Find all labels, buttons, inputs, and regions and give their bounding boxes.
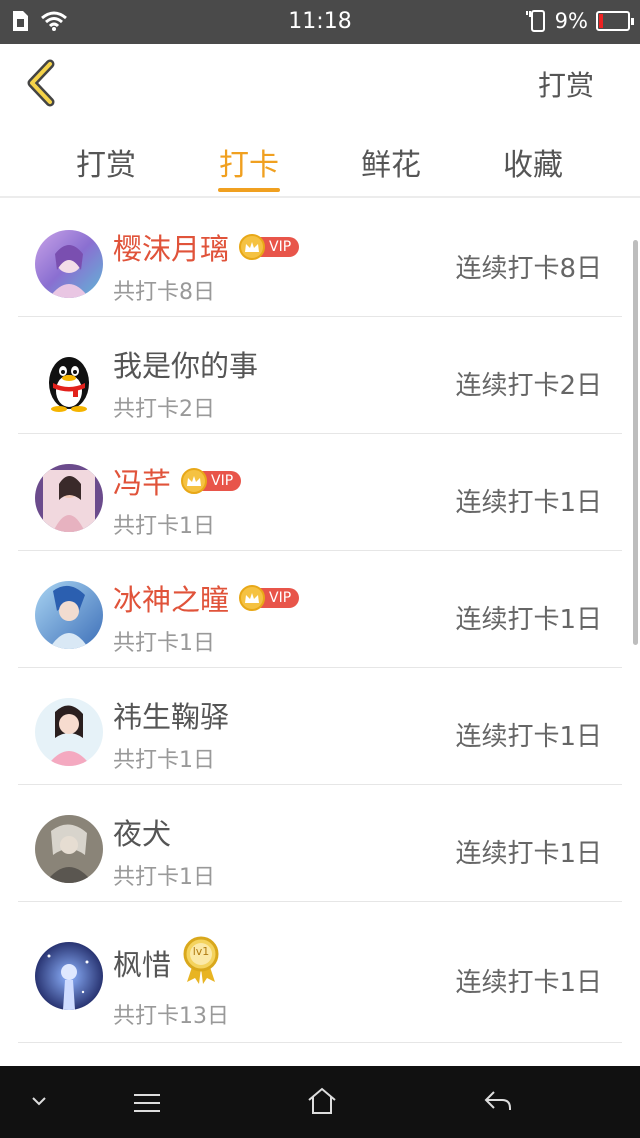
- collapse-button[interactable]: [30, 1092, 48, 1111]
- user-name[interactable]: 冯芊: [113, 460, 171, 502]
- back-button[interactable]: [24, 58, 64, 108]
- vip-badge: VIP: [239, 234, 300, 260]
- crown-icon: [239, 585, 266, 611]
- list-item[interactable]: 夜犬 共打卡1日 连续打卡1日: [18, 785, 622, 902]
- level-medal-icon: lv1: [181, 936, 221, 984]
- user-name[interactable]: 冰神之瞳: [113, 577, 229, 619]
- active-tab-indicator: [218, 188, 280, 192]
- level-label: lv1: [192, 945, 210, 958]
- tab-bar: 打赏 打卡 鲜花 收藏: [0, 122, 640, 198]
- avatar[interactable]: [35, 464, 103, 532]
- user-name[interactable]: 枫惜: [113, 942, 171, 984]
- avatar[interactable]: [35, 815, 103, 883]
- avatar[interactable]: [35, 942, 103, 1010]
- total-checkins: 共打卡2日: [113, 397, 215, 422]
- chevron-left-icon: [27, 59, 55, 107]
- user-name[interactable]: 夜犬: [113, 811, 171, 853]
- user-name[interactable]: 我是你的事: [113, 343, 258, 385]
- tab-checkin[interactable]: 打卡: [199, 140, 299, 184]
- chevron-down-icon: [32, 1097, 46, 1106]
- avatar[interactable]: [35, 581, 103, 649]
- battery-percent: 9%: [554, 9, 588, 33]
- tab-reward[interactable]: 打赏: [56, 140, 156, 184]
- vip-badge: VIP: [181, 468, 242, 494]
- status-bar: 11:18 9%: [0, 0, 640, 44]
- list-item[interactable]: 冰神之瞳 VIP 共打卡1日 连续打卡1日: [18, 551, 622, 668]
- avatar[interactable]: [35, 230, 103, 298]
- user-name[interactable]: 祎生鞠驿: [113, 694, 229, 736]
- streak-days: 连续打卡1日: [455, 839, 602, 869]
- scrollbar[interactable]: [633, 240, 638, 645]
- avatar[interactable]: [35, 698, 103, 766]
- menu-icon: [134, 1094, 160, 1112]
- qq-penguin-icon: [49, 357, 89, 412]
- header: 打赏: [0, 44, 640, 122]
- list-item[interactable]: 祎生鞠驿 共打卡1日 连续打卡1日: [18, 668, 622, 785]
- total-checkins: 共打卡13日: [113, 1004, 229, 1029]
- back-arrow-icon: [484, 1091, 511, 1110]
- back-nav-button[interactable]: [482, 1088, 514, 1118]
- total-checkins: 共打卡8日: [113, 280, 215, 305]
- vip-badge: VIP: [239, 585, 300, 611]
- total-checkins: 共打卡1日: [113, 631, 215, 656]
- streak-days: 连续打卡8日: [455, 254, 602, 284]
- user-name[interactable]: 樱沫月璃: [113, 226, 229, 268]
- streak-days: 连续打卡1日: [455, 722, 602, 752]
- battery-icon: [596, 11, 634, 31]
- menu-button[interactable]: [132, 1092, 162, 1118]
- crown-icon: [181, 468, 208, 494]
- home-button[interactable]: [306, 1086, 338, 1120]
- total-checkins: 共打卡1日: [113, 514, 215, 539]
- system-nav-bar: [0, 1066, 640, 1138]
- total-checkins: 共打卡1日: [113, 865, 215, 890]
- total-checkins: 共打卡1日: [113, 748, 215, 773]
- streak-days: 连续打卡1日: [455, 968, 602, 998]
- phone-signal-icon: [525, 10, 545, 32]
- list-item[interactable]: 枫惜 lv1 共打卡13日 连续打卡1日: [18, 902, 622, 1043]
- tab-flowers[interactable]: 鲜花: [341, 140, 441, 184]
- home-icon: [308, 1087, 336, 1114]
- reward-action-button[interactable]: 打赏: [538, 64, 594, 104]
- streak-days: 连续打卡1日: [455, 488, 602, 518]
- list-item[interactable]: 冯芊 VIP 共打卡1日 连续打卡1日: [18, 434, 622, 551]
- streak-days: 连续打卡2日: [455, 371, 602, 401]
- avatar[interactable]: [35, 347, 103, 415]
- list-item[interactable]: 樱沫月璃 VIP 共打卡8日 连续打卡8日: [18, 200, 622, 317]
- streak-days: 连续打卡1日: [455, 605, 602, 635]
- status-right-icons: 9%: [525, 9, 634, 33]
- list-item[interactable]: 我是你的事 共打卡2日 连续打卡2日: [18, 317, 622, 434]
- checkin-list: 樱沫月璃 VIP 共打卡8日 连续打卡8日 我是你的事 共打卡2日 连续打卡2日…: [18, 200, 622, 1043]
- crown-icon: [239, 234, 266, 260]
- tab-favorites[interactable]: 收藏: [483, 140, 583, 184]
